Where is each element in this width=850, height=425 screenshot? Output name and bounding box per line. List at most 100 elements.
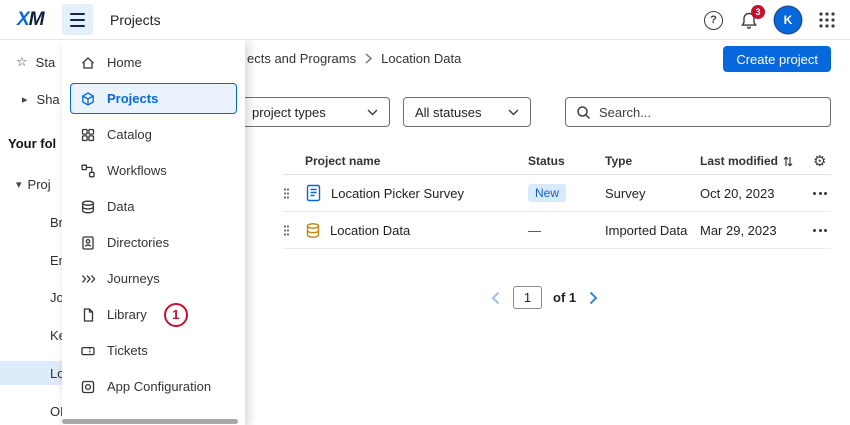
column-header-type[interactable]: Type bbox=[605, 154, 700, 168]
drag-handle[interactable] bbox=[283, 187, 305, 200]
menu-item-label: Tickets bbox=[107, 343, 148, 358]
xm-logo-m: M bbox=[29, 9, 44, 30]
previous-page-button[interactable] bbox=[489, 289, 502, 307]
menu-item-tickets[interactable]: Tickets bbox=[70, 335, 237, 366]
horizontal-scrollbar-thumb[interactable] bbox=[62, 419, 238, 424]
status-badge: New bbox=[528, 184, 566, 202]
menu-item-data[interactable]: Data bbox=[70, 191, 237, 222]
annotation-circle: 1 bbox=[164, 303, 188, 327]
apps-menu-button[interactable] bbox=[818, 11, 836, 29]
column-header-last-modified[interactable]: Last modified bbox=[700, 154, 813, 168]
folders-sidebar: ☆ Sta ▸ Sha Your fol ▾ Proj Bra Em Jo Ke… bbox=[0, 40, 62, 425]
caret-down-icon: ▾ bbox=[16, 178, 22, 191]
menu-item-label: Workflows bbox=[107, 163, 167, 178]
table-row[interactable]: Location Picker Survey New Survey Oct 20… bbox=[283, 175, 831, 212]
sidebar-starred-label: Sta bbox=[36, 55, 56, 70]
sidebar-subfolder[interactable]: Em bbox=[0, 248, 62, 272]
search-input[interactable] bbox=[599, 105, 820, 120]
notifications-button[interactable]: 3 bbox=[740, 11, 758, 30]
table-row[interactable]: Location Data — Imported Data Mar 29, 20… bbox=[283, 212, 831, 249]
menu-item-projects[interactable]: Projects bbox=[70, 83, 237, 114]
tickets-icon bbox=[80, 343, 96, 359]
project-types-filter[interactable]: project types bbox=[240, 97, 390, 127]
drag-handle-icon bbox=[283, 224, 290, 237]
imported-data-icon bbox=[305, 222, 321, 239]
chevron-left-icon bbox=[491, 291, 500, 305]
menu-item-library[interactable]: Library 1 bbox=[70, 299, 237, 330]
menu-item-label: Catalog bbox=[107, 127, 152, 142]
page-count-label: of 1 bbox=[553, 290, 576, 305]
hamburger-icon bbox=[70, 13, 85, 15]
apps-grid-icon bbox=[818, 11, 836, 29]
directories-icon bbox=[80, 235, 96, 251]
project-name-link[interactable]: Location Picker Survey bbox=[331, 186, 464, 201]
chevron-down-icon bbox=[367, 109, 378, 116]
search-icon bbox=[576, 105, 591, 120]
menu-item-label: Journeys bbox=[107, 271, 160, 286]
top-header: XM Projects ? 3 K bbox=[0, 0, 850, 40]
row-actions-button[interactable] bbox=[813, 192, 837, 195]
menu-item-label: Directories bbox=[107, 235, 169, 250]
library-icon bbox=[80, 307, 96, 323]
sidebar-item-starred[interactable]: ☆ Sta bbox=[0, 50, 62, 74]
gear-icon: ⚙ bbox=[813, 153, 826, 170]
sidebar-subfolder[interactable]: OF bbox=[0, 399, 62, 423]
menu-item-directories[interactable]: Directories bbox=[70, 227, 237, 258]
data-icon bbox=[80, 199, 96, 215]
sort-icon bbox=[782, 155, 794, 168]
sidebar-folders-heading: Your fol bbox=[0, 131, 62, 155]
status-filter[interactable]: All statuses bbox=[403, 97, 531, 127]
xm-logo[interactable]: XM bbox=[17, 9, 44, 31]
chevron-right-icon bbox=[589, 291, 598, 305]
sidebar-item-shared[interactable]: ▸ Sha bbox=[0, 87, 62, 111]
project-types-filter-value: project types bbox=[252, 105, 326, 120]
menu-item-home[interactable]: Home bbox=[70, 47, 237, 78]
xm-logo-x: X bbox=[17, 9, 29, 30]
global-nav-menu: Home Projects Catalog Workflows Data Dir… bbox=[62, 40, 245, 425]
menu-item-journeys[interactable]: Journeys bbox=[70, 263, 237, 294]
drag-handle-icon bbox=[283, 187, 290, 200]
table-settings-button[interactable]: ⚙ bbox=[813, 152, 832, 170]
menu-item-catalog[interactable]: Catalog bbox=[70, 119, 237, 150]
sidebar-subfolder[interactable]: Bra bbox=[0, 210, 62, 234]
sidebar-subfolder[interactable]: Ke bbox=[0, 323, 62, 347]
last-modified-date: Oct 20, 2023 bbox=[700, 186, 813, 201]
create-project-button[interactable]: Create project bbox=[723, 46, 831, 72]
sidebar-shared-label: Sha bbox=[37, 92, 60, 107]
row-actions-button[interactable] bbox=[813, 229, 837, 232]
projects-icon bbox=[80, 91, 96, 107]
star-icon: ☆ bbox=[16, 54, 28, 70]
breadcrumb-parent[interactable]: ects and Programs bbox=[247, 51, 356, 66]
next-page-button[interactable] bbox=[587, 289, 600, 307]
hamburger-menu-button[interactable] bbox=[62, 4, 93, 35]
sidebar-subfolder-selected[interactable]: Lo bbox=[0, 361, 62, 385]
drag-handle[interactable] bbox=[283, 224, 305, 237]
breadcrumb-current[interactable]: Location Data bbox=[381, 51, 461, 66]
column-header-project-name[interactable]: Project name bbox=[305, 154, 528, 168]
sidebar-item-projects-folder[interactable]: ▾ Proj bbox=[0, 172, 62, 196]
menu-item-label: Library bbox=[107, 307, 147, 322]
help-button[interactable]: ? bbox=[704, 11, 723, 30]
avatar[interactable]: K bbox=[775, 7, 801, 33]
app-configuration-icon bbox=[80, 379, 96, 395]
caret-right-icon: ▸ bbox=[22, 93, 28, 106]
menu-item-label: Data bbox=[107, 199, 134, 214]
projects-table: Project name Status Type Last modified ⚙… bbox=[283, 148, 831, 249]
page-number-input[interactable] bbox=[513, 286, 542, 309]
sidebar-subfolder[interactable]: Jo bbox=[0, 285, 62, 309]
status-filter-value: All statuses bbox=[415, 105, 481, 120]
home-icon bbox=[80, 55, 96, 71]
column-header-status[interactable]: Status bbox=[528, 154, 605, 168]
menu-item-app-configuration[interactable]: App Configuration bbox=[70, 371, 237, 402]
table-header-row: Project name Status Type Last modified ⚙ bbox=[283, 148, 831, 175]
menu-item-label: App Configuration bbox=[107, 379, 211, 394]
page-title: Projects bbox=[110, 12, 161, 28]
journeys-icon bbox=[80, 271, 96, 287]
workflows-icon bbox=[80, 163, 96, 179]
catalog-icon bbox=[80, 127, 96, 143]
notification-badge: 3 bbox=[751, 5, 765, 19]
project-name-link[interactable]: Location Data bbox=[330, 223, 410, 238]
breadcrumb: ects and Programs Location Data bbox=[247, 51, 461, 66]
menu-item-workflows[interactable]: Workflows bbox=[70, 155, 237, 186]
menu-item-label: Projects bbox=[107, 91, 158, 106]
